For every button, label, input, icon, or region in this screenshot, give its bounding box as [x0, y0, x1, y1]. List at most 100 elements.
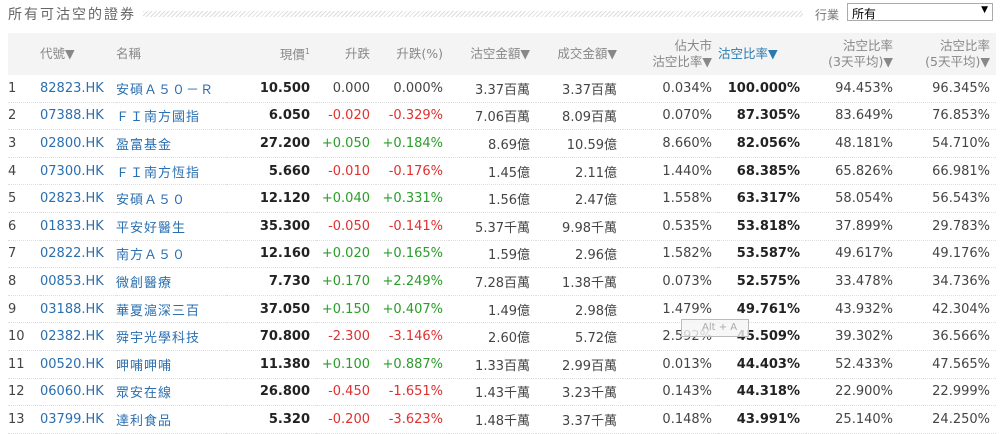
- turnover: 3.23千萬: [536, 378, 623, 407]
- stock-name-link[interactable]: ＦＩ南方國指: [116, 102, 226, 131]
- market-short-ratio: 0.034%: [623, 75, 718, 103]
- market-short-ratio: 0.535%: [623, 212, 718, 241]
- stock-code-link[interactable]: 00853.HK: [40, 267, 116, 296]
- stock-code-link[interactable]: 02822.HK: [40, 240, 116, 269]
- col-ratio-5d[interactable]: 沽空比率 (5天平均)▼: [899, 33, 996, 75]
- short-ratio: 100.000%: [718, 75, 806, 103]
- turnover: 2.96億: [536, 240, 623, 269]
- stock-code-link[interactable]: 02382.HK: [40, 322, 116, 351]
- price: 70.800: [226, 322, 316, 351]
- stock-name-link[interactable]: 呷哺呷哺: [116, 350, 226, 379]
- price: 26.800: [226, 378, 316, 407]
- stock-name-link[interactable]: 眾安在線: [116, 378, 226, 407]
- short-ratio: 53.587%: [718, 240, 806, 269]
- short-ratio: 53.818%: [718, 212, 806, 241]
- row-number: 12: [8, 378, 40, 407]
- col-short-amount[interactable]: 沽空金額▼: [449, 33, 536, 75]
- change: -0.020: [316, 102, 376, 131]
- col-turnover[interactable]: 成交金額▼: [536, 33, 623, 75]
- stock-code-link[interactable]: 02800.HK: [40, 129, 116, 158]
- stock-name-link[interactable]: 平安好醫生: [116, 212, 226, 241]
- short-amount: 1.48千萬: [449, 405, 536, 434]
- table-row: 3 02800.HK 盈富基金 27.200 +0.050 +0.184% 8.69億 10.…: [8, 129, 996, 158]
- stock-name-link[interactable]: 南方Ａ５０: [116, 240, 226, 269]
- col-short-ratio[interactable]: 沽空比率▼: [718, 33, 806, 75]
- short-ratio-5d: 24.250%: [899, 405, 996, 434]
- col-market-short-ratio[interactable]: 佔大市 沽空比率▼: [623, 33, 718, 75]
- short-ratio-3d: 33.478%: [806, 267, 899, 296]
- stock-code-link[interactable]: 02823.HK: [40, 184, 116, 213]
- stock-name-link[interactable]: 安碩Ａ５０－Ｒ: [116, 75, 226, 103]
- change: -0.450: [316, 378, 376, 407]
- table-row: 1 82823.HK 安碩Ａ５０－Ｒ 10.500 0.000 0.000% 3.37百萬 3…: [8, 75, 996, 103]
- short-ratio-3d: 39.302%: [806, 322, 899, 351]
- short-ratio-5d: 66.981%: [899, 157, 996, 186]
- stock-code-link[interactable]: 82823.HK: [40, 75, 116, 103]
- stock-name-link[interactable]: 微創醫療: [116, 267, 226, 296]
- turnover: 8.09百萬: [536, 102, 623, 131]
- industry-select[interactable]: 所有 ▼: [847, 3, 993, 21]
- industry-label: 行業: [815, 8, 840, 22]
- row-number: 11: [8, 350, 40, 379]
- row-number: 10: [8, 322, 40, 351]
- table-row: 10 02382.HK 舜宇光學科技 70.800 -2.300 -3.146% 2.60億…: [8, 322, 996, 351]
- col-pct: 升跌(%): [396, 46, 443, 61]
- short-amount: 7.28百萬: [449, 267, 536, 296]
- short-ratio: 43.991%: [718, 405, 806, 434]
- market-short-ratio: 0.070%: [623, 102, 718, 131]
- row-number: 5: [8, 184, 40, 213]
- stock-name-link[interactable]: 華夏滬深三百: [116, 295, 226, 324]
- change: -2.300: [316, 322, 376, 351]
- turnover: 2.99百萬: [536, 350, 623, 379]
- change-pct: 0.000%: [376, 75, 449, 103]
- short-amount: 1.33百萬: [449, 350, 536, 379]
- stock-code-link[interactable]: 06060.HK: [40, 378, 116, 407]
- turnover: 3.37百萬: [536, 75, 623, 103]
- row-number: 9: [8, 295, 40, 324]
- turnover: 9.98千萬: [536, 212, 623, 241]
- change-pct: +0.184%: [376, 129, 449, 158]
- stock-code-link[interactable]: 07388.HK: [40, 102, 116, 131]
- short-amount: 1.45億: [449, 157, 536, 186]
- change: 0.000: [316, 75, 376, 103]
- price: 5.660: [226, 157, 316, 186]
- change-pct: -3.146%: [376, 322, 449, 351]
- stock-name-link[interactable]: ＦＩ南方恆指: [116, 157, 226, 186]
- col-code[interactable]: 代號▼: [40, 33, 116, 75]
- short-ratio-3d: 48.181%: [806, 129, 899, 158]
- table-row: 6 01833.HK 平安好醫生 35.300 -0.050 -0.141% 5.37千萬 9…: [8, 212, 996, 241]
- short-ratio-5d: 56.543%: [899, 184, 996, 213]
- short-amount: 8.69億: [449, 129, 536, 158]
- row-number: 2: [8, 102, 40, 131]
- market-short-ratio: 0.143%: [623, 378, 718, 407]
- change: +0.100: [316, 350, 376, 379]
- table-row: 12 06060.HK 眾安在線 26.800 -0.450 -1.651% 1.43千萬 3…: [8, 378, 996, 407]
- short-ratio: 52.575%: [718, 267, 806, 296]
- stock-code-link[interactable]: 07300.HK: [40, 157, 116, 186]
- stock-name-link[interactable]: 舜宇光學科技: [116, 322, 226, 351]
- col-ratio-3d[interactable]: 沽空比率 (3天平均)▼: [806, 33, 899, 75]
- industry-value: 所有: [852, 7, 877, 21]
- short-ratio: 44.403%: [718, 350, 806, 379]
- dropdown-arrow-icon: ▼: [981, 5, 988, 15]
- price: 11.380: [226, 350, 316, 379]
- price: 6.050: [226, 102, 316, 131]
- row-number: 7: [8, 240, 40, 269]
- price: 7.730: [226, 267, 316, 296]
- stock-name-link[interactable]: 盈富基金: [116, 129, 226, 158]
- short-ratio: 44.318%: [718, 378, 806, 407]
- short-ratio-5d: 76.853%: [899, 102, 996, 131]
- stock-code-link[interactable]: 03188.HK: [40, 295, 116, 324]
- market-short-ratio: 0.073%: [623, 267, 718, 296]
- stock-name-link[interactable]: 安碩Ａ５０: [116, 184, 226, 213]
- stock-code-link[interactable]: 03799.HK: [40, 405, 116, 434]
- stock-code-link[interactable]: 01833.HK: [40, 212, 116, 241]
- change: -0.050: [316, 212, 376, 241]
- stock-code-link[interactable]: 00520.HK: [40, 350, 116, 379]
- change: +0.040: [316, 184, 376, 213]
- short-ratio-5d: 96.345%: [899, 75, 996, 103]
- change-pct: +0.331%: [376, 184, 449, 213]
- stock-name-link[interactable]: 達利食品: [116, 405, 226, 434]
- short-ratio-3d: 52.433%: [806, 350, 899, 379]
- short-amount: 1.56億: [449, 184, 536, 213]
